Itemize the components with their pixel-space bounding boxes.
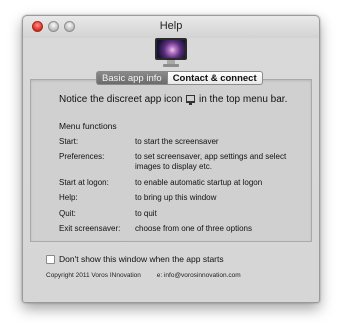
- notice-text: Notice the discreet app icon in the top …: [59, 94, 287, 105]
- help-window: Help Basic app info Contact & connect No…: [22, 15, 320, 303]
- menu-item-key: Help:: [59, 193, 78, 202]
- tab-contact-connect[interactable]: Contact & connect: [166, 71, 263, 85]
- titlebar: Help: [23, 16, 319, 38]
- copyright-text: Copyright 2011 Voros INnovation: [46, 272, 141, 279]
- menu-item-key: Exit screensaver:: [59, 224, 121, 233]
- footer: Copyright 2011 Voros INnovation e: info@…: [46, 272, 241, 279]
- tab-basic-app-info[interactable]: Basic app info: [96, 71, 167, 85]
- dont-show-checkbox[interactable]: [46, 254, 55, 264]
- menu-item-key: Start at logon:: [59, 178, 109, 187]
- monitor-icon: [186, 95, 196, 105]
- menu-item-key: Preferences:: [59, 152, 105, 161]
- menu-item-value: to set screensaver, app settings and sel…: [135, 152, 287, 171]
- window-title: Help: [159, 20, 183, 32]
- dont-show-label[interactable]: Don't show this window when the app star…: [59, 254, 224, 264]
- menu-item-value: to bring up this window: [135, 193, 217, 202]
- menu-item-value: choose from one of three options: [135, 224, 252, 233]
- menu-item-value: to enable automatic startup at logon: [135, 178, 263, 187]
- email-text: e: info@vorosinnovation.com: [156, 272, 241, 279]
- menu-functions-heading: Menu functions: [59, 121, 117, 131]
- menu-item-value: to quit: [135, 209, 157, 218]
- notice-before: Notice the discreet app icon: [59, 94, 183, 105]
- notice-after: in the top menu bar.: [198, 94, 288, 105]
- menu-item-key: Quit:: [59, 209, 76, 218]
- tab-bar: Basic app info Contact & connect: [96, 71, 263, 85]
- monitor-icon: [155, 38, 187, 68]
- menu-item-key: Start:: [59, 137, 79, 146]
- menu-item-value: to start the screensaver: [135, 137, 219, 146]
- dont-show-option[interactable]: Don't show this window when the app star…: [46, 254, 224, 264]
